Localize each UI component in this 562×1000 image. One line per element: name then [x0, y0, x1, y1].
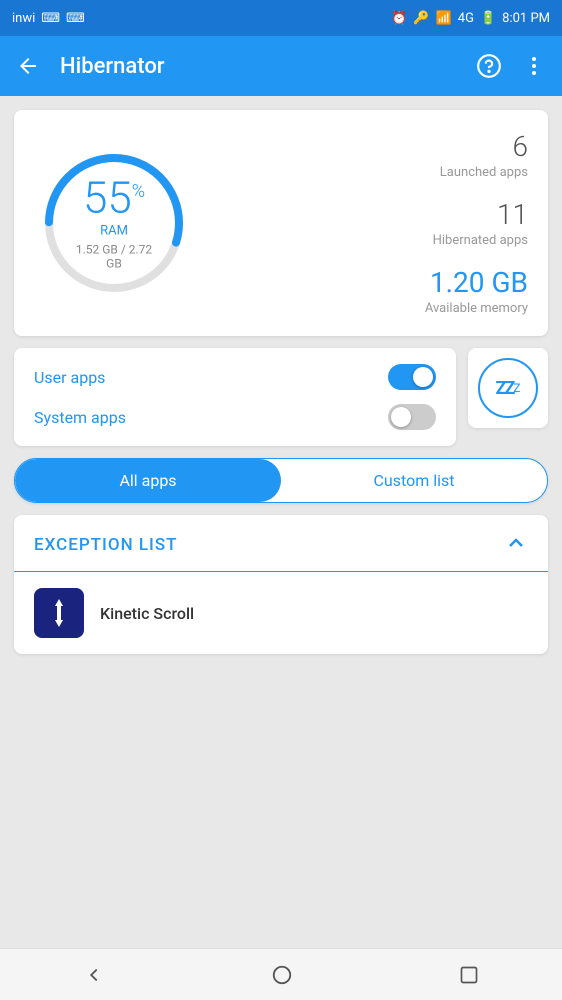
battery-icon: 🔋 — [480, 11, 496, 26]
key-icon: 🔑 — [413, 11, 429, 26]
hibernated-apps-stat: 11 Hibernated apps — [214, 198, 528, 248]
nav-bar — [0, 948, 562, 1000]
launched-count: 6 — [214, 130, 528, 163]
available-label: Available memory — [214, 301, 528, 316]
all-apps-tab[interactable]: All apps — [15, 459, 281, 502]
carrier-text: inwi — [12, 11, 35, 26]
back-button[interactable] — [16, 54, 40, 78]
available-memory: 1.20 GB — [214, 266, 528, 299]
launched-apps-stat: 6 Launched apps — [214, 130, 528, 180]
status-bar-left: inwi ⌨ ⌨ — [12, 11, 85, 26]
nav-back-button[interactable] — [63, 956, 125, 994]
app-bar-actions — [476, 53, 546, 79]
app-title: Hibernator — [60, 54, 476, 79]
status-bar: inwi ⌨ ⌨ ⏰ 🔑 📶 4G 🔋 8:01 PM — [0, 0, 562, 36]
time-text: 8:01 PM — [502, 11, 550, 26]
more-button[interactable] — [522, 54, 546, 78]
signal-text: 4G — [458, 11, 474, 26]
user-apps-toggle-item: User apps — [34, 364, 436, 390]
nav-home-button[interactable] — [251, 956, 313, 994]
exception-card: Exception List Kineti — [14, 515, 548, 654]
tab-selector: All apps Custom list — [14, 458, 548, 503]
system-apps-toggle[interactable] — [388, 404, 436, 430]
toggle-card: User apps System apps — [14, 348, 456, 446]
memory-used: 1.52 GB / 2.72 GB — [74, 243, 154, 271]
custom-list-tab[interactable]: Custom list — [281, 459, 547, 502]
app-name-kinetic-scroll: Kinetic Scroll — [100, 604, 194, 623]
app-bar: Hibernator — [0, 36, 562, 96]
stats-card: 55% RAM 1.52 GB / 2.72 GB 6 Launched app… — [14, 110, 548, 336]
help-button[interactable] — [476, 53, 502, 79]
app-icon-kinetic-scroll — [34, 588, 84, 638]
status-bar-right: ⏰ 🔑 📶 4G 🔋 8:01 PM — [391, 11, 550, 26]
exception-header: Exception List — [14, 515, 548, 572]
alarm-icon: ⏰ — [391, 11, 407, 26]
stats-right: 6 Launched apps 11 Hibernated apps 1.20 … — [214, 130, 528, 316]
nav-recents-button[interactable] — [439, 957, 499, 993]
hibernated-label: Hibernated apps — [214, 233, 528, 248]
usb2-icon: ⌨ — [66, 11, 85, 26]
system-apps-toggle-item: System apps — [34, 404, 436, 430]
main-content: 55% RAM 1.52 GB / 2.72 GB 6 Launched app… — [0, 96, 562, 948]
toggle-row: User apps System apps ZZZ — [14, 348, 548, 446]
usb-icon: ⌨ — [41, 11, 60, 26]
wifi-icon: 📶 — [436, 11, 452, 26]
ram-percent: 55% — [74, 176, 154, 220]
circle-center: 55% RAM 1.52 GB / 2.72 GB — [74, 176, 154, 271]
exception-collapse-button[interactable] — [504, 531, 528, 559]
exception-title: Exception List — [34, 535, 178, 555]
available-memory-stat: 1.20 GB Available memory — [214, 266, 528, 316]
exception-item: Kinetic Scroll — [14, 572, 548, 654]
hibernated-count: 11 — [214, 198, 528, 231]
ram-label: RAM — [74, 224, 154, 239]
system-apps-label: System apps — [34, 408, 126, 427]
sleep-button[interactable]: ZZZ — [468, 348, 548, 428]
ram-circle: 55% RAM 1.52 GB / 2.72 GB — [34, 143, 194, 303]
user-apps-toggle[interactable] — [388, 364, 436, 390]
sleep-icon: ZZZ — [478, 358, 538, 418]
user-apps-label: User apps — [34, 368, 105, 387]
launched-label: Launched apps — [214, 165, 528, 180]
